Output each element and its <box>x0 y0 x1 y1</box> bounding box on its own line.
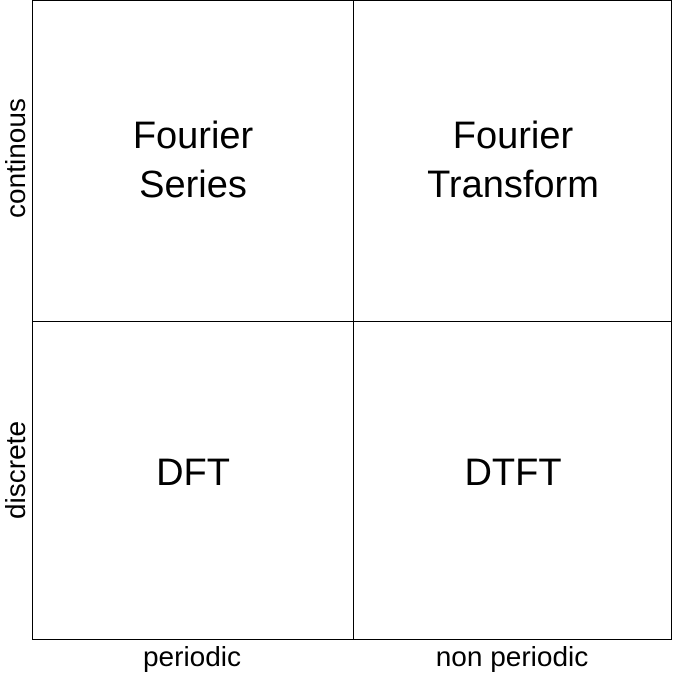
x-axis-label-non-periodic: non periodic <box>435 641 589 672</box>
fourier-classification-grid: Fourier Series Fourier Transform DFT DTF… <box>32 0 672 640</box>
fourier-series-label: Fourier Series <box>132 115 254 206</box>
x-axis-label-periodic: periodic <box>142 641 242 672</box>
y-axis-label-discrete-wrapper: discrete <box>0 320 32 640</box>
cell-discrete-periodic: DFT <box>33 321 353 641</box>
cell-discrete-nonperiodic: DTFT <box>353 321 673 641</box>
dtft-label: DTFT <box>464 451 562 494</box>
y-axis-label-continuous: continous <box>0 98 31 218</box>
cell-continuous-nonperiodic: Fourier Transform <box>353 1 673 321</box>
dft-label: DFT <box>156 451 230 494</box>
y-axis-label-continuous-wrapper: continous <box>0 0 32 320</box>
cell-continuous-periodic: Fourier Series <box>33 1 353 321</box>
fourier-transform-label: Fourier Transform <box>427 115 599 206</box>
y-axis-label-discrete: discrete <box>0 420 31 520</box>
